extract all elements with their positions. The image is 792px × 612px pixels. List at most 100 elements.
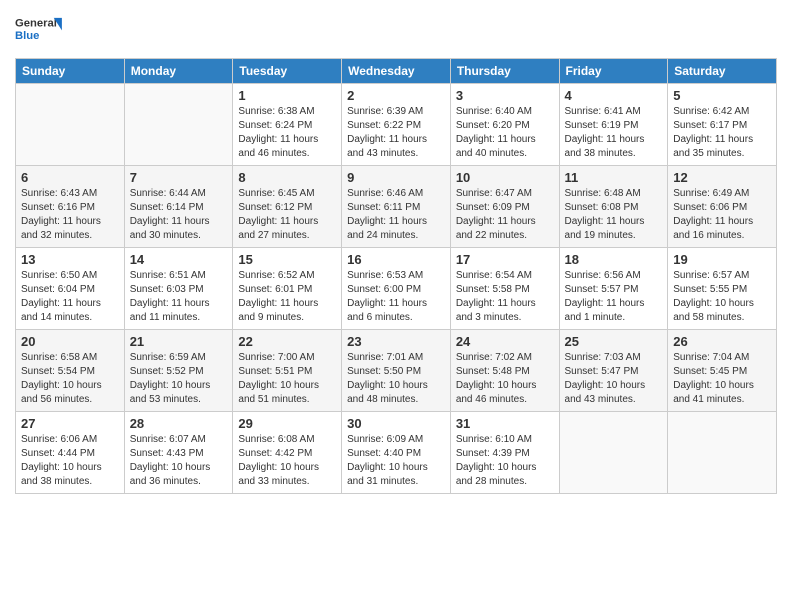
calendar-cell: 19Sunrise: 6:57 AMSunset: 5:55 PMDayligh… (668, 248, 777, 330)
day-info: Sunrise: 6:10 AMSunset: 4:39 PMDaylight:… (456, 433, 554, 489)
day-info: Sunrise: 6:09 AMSunset: 4:40 PMDaylight:… (347, 433, 445, 489)
day-info: Sunrise: 6:57 AMSunset: 5:55 PMDaylight:… (673, 269, 771, 325)
day-info: Sunrise: 6:40 AMSunset: 6:20 PMDaylight:… (456, 105, 554, 161)
day-number: 17 (456, 252, 554, 267)
day-number: 10 (456, 170, 554, 185)
day-number: 8 (238, 170, 336, 185)
day-info: Sunrise: 6:50 AMSunset: 6:04 PMDaylight:… (21, 269, 119, 325)
day-info: Sunrise: 6:46 AMSunset: 6:11 PMDaylight:… (347, 187, 445, 243)
calendar-cell: 6 Sunrise: 6:43 AMSunset: 6:16 PMDaylight… (16, 166, 125, 248)
calendar-cell: 13 Sunrise: 6:50 AMSunset: 6:04 PMDayligh… (16, 248, 125, 330)
calendar-row-5: 27 Sunrise: 6:06 AMSunset: 4:44 PMDayligh… (16, 412, 777, 494)
day-number: 23 (347, 334, 445, 349)
calendar-cell: 26 Sunrise: 7:04 AMSunset: 5:45 PMDayligh… (668, 330, 777, 412)
calendar-cell: 8Sunrise: 6:45 AMSunset: 6:12 PMDaylight… (233, 166, 342, 248)
day-info: Sunrise: 6:08 AMSunset: 4:42 PMDaylight:… (238, 433, 336, 489)
calendar-cell (16, 84, 125, 166)
day-number: 18 (565, 252, 663, 267)
calendar-cell: 22Sunrise: 7:00 AMSunset: 5:51 PMDayligh… (233, 330, 342, 412)
calendar-cell: 3 Sunrise: 6:40 AMSunset: 6:20 PMDaylight… (450, 84, 559, 166)
calendar-cell: 24 Sunrise: 7:02 AMSunset: 5:48 PMDayligh… (450, 330, 559, 412)
day-number: 26 (673, 334, 771, 349)
calendar-cell: 4 Sunrise: 6:41 AMSunset: 6:19 PMDaylight… (559, 84, 668, 166)
calendar-cell: 1 Sunrise: 6:38 AMSunset: 6:24 PMDaylight… (233, 84, 342, 166)
day-info: Sunrise: 6:41 AMSunset: 6:19 PMDaylight:… (565, 105, 663, 161)
day-number: 16 (347, 252, 445, 267)
weekday-header-tuesday: Tuesday (233, 59, 342, 84)
calendar-cell: 15 Sunrise: 6:52 AMSunset: 6:01 PMDayligh… (233, 248, 342, 330)
day-info: Sunrise: 7:00 AMSunset: 5:51 PMDaylight:… (238, 351, 336, 407)
day-number: 14 (130, 252, 228, 267)
svg-text:Blue: Blue (15, 30, 39, 42)
day-number: 21 (130, 334, 228, 349)
day-info: Sunrise: 6:53 AMSunset: 6:00 PMDaylight:… (347, 269, 445, 325)
day-number: 12 (673, 170, 771, 185)
day-info: Sunrise: 6:42 AMSunset: 6:17 PMDaylight:… (673, 105, 771, 161)
weekday-header-row: SundayMondayTuesdayWednesdayThursdayFrid… (16, 59, 777, 84)
day-number: 9 (347, 170, 445, 185)
calendar-cell: 21Sunrise: 6:59 AMSunset: 5:52 PMDayligh… (124, 330, 233, 412)
calendar-cell: 16 Sunrise: 6:53 AMSunset: 6:00 PMDayligh… (342, 248, 451, 330)
day-number: 31 (456, 416, 554, 431)
day-info: Sunrise: 6:51 AMSunset: 6:03 PMDaylight:… (130, 269, 228, 325)
day-number: 20 (21, 334, 119, 349)
day-number: 3 (456, 88, 554, 103)
day-info: Sunrise: 7:02 AMSunset: 5:48 PMDaylight:… (456, 351, 554, 407)
day-number: 4 (565, 88, 663, 103)
day-info: Sunrise: 7:01 AMSunset: 5:50 PMDaylight:… (347, 351, 445, 407)
weekday-header-friday: Friday (559, 59, 668, 84)
day-number: 29 (238, 416, 336, 431)
weekday-header-saturday: Saturday (668, 59, 777, 84)
calendar-cell: 18 Sunrise: 6:56 AMSunset: 5:57 PMDayligh… (559, 248, 668, 330)
day-info: Sunrise: 6:47 AMSunset: 6:09 PMDaylight:… (456, 187, 554, 243)
day-number: 28 (130, 416, 228, 431)
calendar-row-2: 6 Sunrise: 6:43 AMSunset: 6:16 PMDaylight… (16, 166, 777, 248)
day-number: 27 (21, 416, 119, 431)
weekday-header-monday: Monday (124, 59, 233, 84)
day-info: Sunrise: 6:44 AMSunset: 6:14 PMDaylight:… (130, 187, 228, 243)
weekday-header-thursday: Thursday (450, 59, 559, 84)
calendar-cell: 31 Sunrise: 6:10 AMSunset: 4:39 PMDayligh… (450, 412, 559, 494)
day-info: Sunrise: 6:48 AMSunset: 6:08 PMDaylight:… (565, 187, 663, 243)
day-info: Sunrise: 6:06 AMSunset: 4:44 PMDaylight:… (21, 433, 119, 489)
calendar-cell: 10 Sunrise: 6:47 AMSunset: 6:09 PMDayligh… (450, 166, 559, 248)
day-number: 5 (673, 88, 771, 103)
page-header: General Blue (15, 10, 777, 50)
day-info: Sunrise: 7:03 AMSunset: 5:47 PMDaylight:… (565, 351, 663, 407)
calendar-table: SundayMondayTuesdayWednesdayThursdayFrid… (15, 58, 777, 494)
logo-svg: General Blue (15, 10, 65, 50)
calendar-cell: 27 Sunrise: 6:06 AMSunset: 4:44 PMDayligh… (16, 412, 125, 494)
day-number: 24 (456, 334, 554, 349)
calendar-cell: 20Sunrise: 6:58 AMSunset: 5:54 PMDayligh… (16, 330, 125, 412)
svg-text:General: General (15, 18, 57, 30)
calendar-row-3: 13 Sunrise: 6:50 AMSunset: 6:04 PMDayligh… (16, 248, 777, 330)
calendar-cell: 9 Sunrise: 6:46 AMSunset: 6:11 PMDaylight… (342, 166, 451, 248)
day-number: 2 (347, 88, 445, 103)
day-number: 13 (21, 252, 119, 267)
calendar-cell: 30Sunrise: 6:09 AMSunset: 4:40 PMDayligh… (342, 412, 451, 494)
day-info: Sunrise: 6:38 AMSunset: 6:24 PMDaylight:… (238, 105, 336, 161)
calendar-cell (668, 412, 777, 494)
day-info: Sunrise: 6:49 AMSunset: 6:06 PMDaylight:… (673, 187, 771, 243)
day-number: 6 (21, 170, 119, 185)
day-number: 15 (238, 252, 336, 267)
calendar-cell (559, 412, 668, 494)
calendar-cell: 5 Sunrise: 6:42 AMSunset: 6:17 PMDaylight… (668, 84, 777, 166)
day-info: Sunrise: 6:39 AMSunset: 6:22 PMDaylight:… (347, 105, 445, 161)
day-number: 11 (565, 170, 663, 185)
day-number: 25 (565, 334, 663, 349)
weekday-header-sunday: Sunday (16, 59, 125, 84)
day-number: 1 (238, 88, 336, 103)
day-info: Sunrise: 6:43 AMSunset: 6:16 PMDaylight:… (21, 187, 119, 243)
day-info: Sunrise: 6:56 AMSunset: 5:57 PMDaylight:… (565, 269, 663, 325)
logo: General Blue (15, 10, 65, 50)
day-info: Sunrise: 6:52 AMSunset: 6:01 PMDaylight:… (238, 269, 336, 325)
day-info: Sunrise: 6:54 AMSunset: 5:58 PMDaylight:… (456, 269, 554, 325)
day-number: 7 (130, 170, 228, 185)
day-info: Sunrise: 7:04 AMSunset: 5:45 PMDaylight:… (673, 351, 771, 407)
calendar-cell: 11 Sunrise: 6:48 AMSunset: 6:08 PMDayligh… (559, 166, 668, 248)
calendar-cell: 25 Sunrise: 7:03 AMSunset: 5:47 PMDayligh… (559, 330, 668, 412)
calendar-cell: 14 Sunrise: 6:51 AMSunset: 6:03 PMDayligh… (124, 248, 233, 330)
calendar-cell: 28Sunrise: 6:07 AMSunset: 4:43 PMDayligh… (124, 412, 233, 494)
calendar-cell: 2 Sunrise: 6:39 AMSunset: 6:22 PMDaylight… (342, 84, 451, 166)
